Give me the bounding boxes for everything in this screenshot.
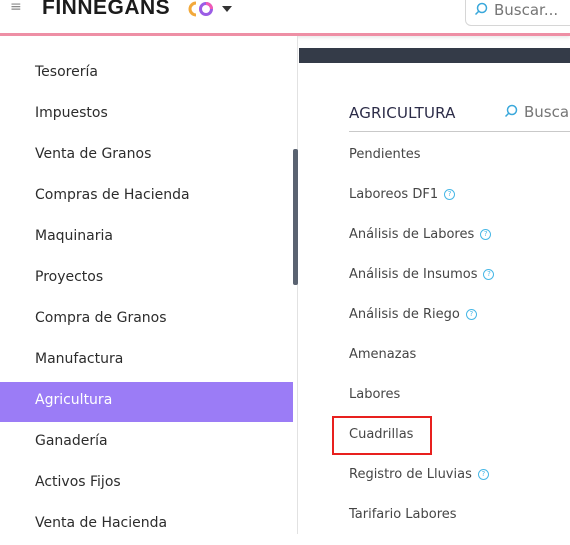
sidebar-item-label: Venta de Granos [35, 146, 152, 162]
sidebar-item-tesoreria[interactable]: Tesorería [0, 54, 293, 94]
menu-item-labores[interactable]: Labores [349, 383, 400, 405]
sidebar-item-label: Venta de Hacienda [35, 515, 168, 531]
help-icon[interactable]: ? [477, 468, 489, 480]
menu-item-analisis-de-insumos[interactable]: Análisis de Insumos ? [349, 263, 495, 285]
menu-item-label: Labores [349, 386, 401, 402]
sidebar-item-maquinaria[interactable]: Maquinaria [0, 218, 293, 258]
menu-item-registro-de-lluvias[interactable]: Registro de Lluvias ? [349, 463, 489, 485]
panel-search-input[interactable] [524, 101, 570, 123]
menu-item-label: Análisis de Riego [349, 306, 460, 322]
search-input[interactable] [492, 0, 570, 23]
help-icon[interactable]: ? [483, 268, 495, 280]
global-search[interactable] [465, 0, 570, 26]
search-icon [474, 2, 488, 16]
panel-divider [349, 131, 570, 132]
sidebar-item-label: Compras de Hacienda [35, 187, 190, 203]
sidebar-item-impuestos[interactable]: Impuestos [0, 95, 293, 135]
chevron-down-icon[interactable] [222, 6, 232, 12]
sidebar-item-label: Activos Fijos [35, 474, 121, 490]
sidebar-item-compra-de-granos[interactable]: Compra de Granos [0, 300, 293, 340]
highlight-box [332, 416, 432, 455]
menu-item-label: Registro de Lluvias [349, 466, 472, 482]
sidebar-item-compras-de-hacienda[interactable]: Compras de Hacienda [0, 177, 293, 217]
help-icon[interactable]: ? [480, 228, 492, 240]
menu-item-label: Tarifario Labores [349, 506, 457, 522]
brand-logo-text[interactable]: FINNEGANS [42, 0, 170, 20]
menu-item-laboreos-df1[interactable]: Laboreos DF1 ? [349, 183, 456, 205]
panel-header-bar [299, 48, 570, 63]
menu-item-label: Análisis de Insumos [349, 266, 478, 282]
menu-item-amenazas[interactable]: Amenazas [349, 343, 416, 365]
sidebar-item-proyectos[interactable]: Proyectos [0, 259, 293, 299]
brand-logo-icon [188, 1, 213, 17]
sidebar-item-manufactura[interactable]: Manufactura [0, 341, 293, 381]
sidebar-item-label: Tesorería [35, 64, 98, 80]
panel-title: AGRICULTURA [349, 104, 456, 122]
sidebar-item-label: Impuestos [35, 105, 108, 121]
menu-item-label: Laboreos DF1 [349, 186, 439, 202]
sidebar-item-label: Manufactura [35, 351, 124, 367]
menu-item-label: Pendientes [349, 146, 421, 162]
menu-item-tarifario-labores[interactable]: Tarifario Labores [349, 503, 457, 525]
sidebar-item-venta-de-hacienda[interactable]: Venta de Hacienda [0, 505, 293, 545]
sidebar-item-label: Ganadería [35, 433, 108, 449]
help-icon[interactable]: ? [465, 308, 477, 320]
top-bar: ≡ FINNEGANS [0, 0, 570, 36]
sidebar-scrollbar[interactable] [293, 149, 298, 285]
sidebar-item-ganaderia[interactable]: Ganadería [0, 423, 293, 463]
menu-item-label: Amenazas [349, 346, 417, 362]
search-icon [504, 104, 518, 118]
menu-item-pendientes[interactable]: Pendientes [349, 143, 421, 165]
sidebar: Tesorería Impuestos Venta de Granos Comp… [0, 36, 298, 534]
menu-item-analisis-de-riego[interactable]: Análisis de Riego ? [349, 303, 477, 325]
menu-item-analisis-de-labores[interactable]: Análisis de Labores ? [349, 223, 492, 245]
sidebar-item-label: Maquinaria [35, 228, 113, 244]
sidebar-item-venta-de-granos[interactable]: Venta de Granos [0, 136, 293, 176]
menu-icon[interactable]: ≡ [10, 0, 24, 14]
sidebar-item-label: Proyectos [35, 269, 104, 285]
sidebar-item-label: Agricultura [35, 392, 113, 408]
menu-item-label: Análisis de Labores [349, 226, 475, 242]
sidebar-item-agricultura[interactable]: Agricultura [0, 382, 293, 422]
sidebar-item-activos-fijos[interactable]: Activos Fijos [0, 464, 293, 504]
sidebar-item-label: Compra de Granos [35, 310, 167, 326]
help-icon[interactable]: ? [444, 188, 456, 200]
